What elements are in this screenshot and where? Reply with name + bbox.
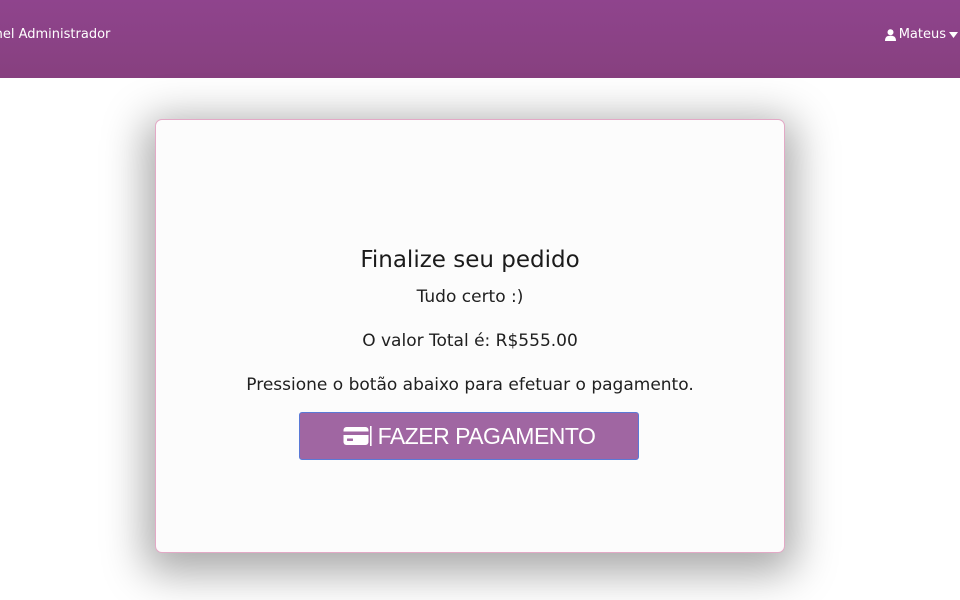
credit-card-icon xyxy=(343,425,372,447)
user-name: Mateus xyxy=(898,27,946,42)
caret-down-icon xyxy=(949,32,958,38)
payment-instruction: Pressione o botão abaixo para efetuar o … xyxy=(246,375,694,395)
status-message: Tudo certo :) xyxy=(416,287,524,307)
order-total: O valor Total é: R$555.00 xyxy=(362,331,578,351)
make-payment-label: FAZER PAGAMENTO xyxy=(377,423,596,449)
checkout-title: Finalize seu pedido xyxy=(360,247,580,273)
top-navbar: inel Administrador Mateus xyxy=(0,0,960,78)
make-payment-button[interactable]: FAZER PAGAMENTO xyxy=(299,412,639,460)
admin-panel-title[interactable]: inel Administrador xyxy=(0,27,110,43)
checkout-card: Finalize seu pedido Tudo certo :) O valo… xyxy=(155,119,785,553)
user-menu[interactable]: Mateus xyxy=(884,27,958,43)
user-icon xyxy=(884,29,896,41)
